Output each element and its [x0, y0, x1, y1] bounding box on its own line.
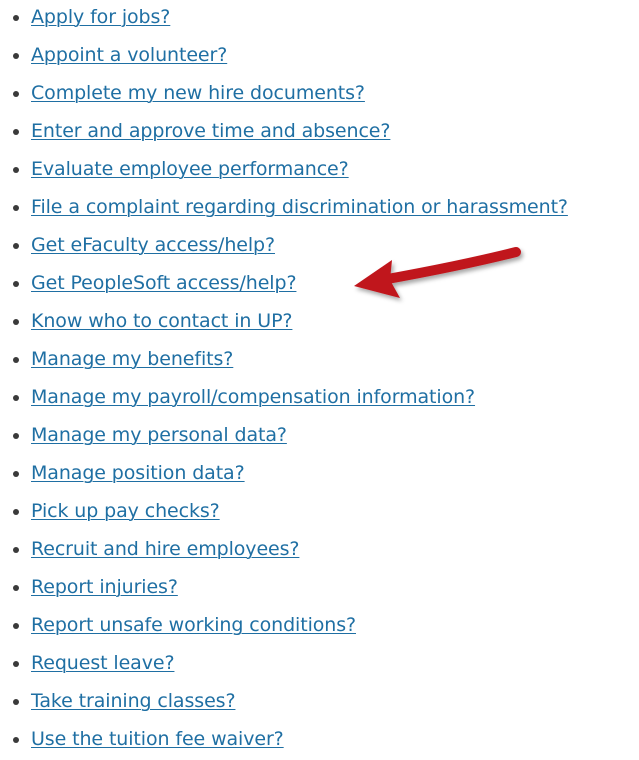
link-position-data[interactable]: Manage position data? [31, 460, 245, 486]
bullet-icon [13, 167, 19, 173]
link-file-complaint[interactable]: File a complaint regarding discriminatio… [31, 194, 568, 220]
link-contact-in-up[interactable]: Know who to contact in UP? [31, 308, 293, 334]
link-appoint-volunteer[interactable]: Appoint a volunteer? [31, 42, 227, 68]
link-pay-checks[interactable]: Pick up pay checks? [31, 498, 220, 524]
link-new-hire-documents[interactable]: Complete my new hire documents? [31, 80, 365, 106]
bullet-icon [13, 91, 19, 97]
bullet-icon [13, 129, 19, 135]
bullet-icon [13, 243, 19, 249]
bullet-icon [13, 509, 19, 515]
bullet-icon [13, 319, 19, 325]
bullet-icon [13, 395, 19, 401]
bullet-icon [13, 623, 19, 629]
link-apply-for-jobs[interactable]: Apply for jobs? [31, 4, 170, 30]
bullet-icon [13, 53, 19, 59]
link-personal-data[interactable]: Manage my personal data? [31, 422, 287, 448]
bullet-icon [13, 471, 19, 477]
arrow-shaft [377, 247, 521, 285]
link-report-injuries[interactable]: Report injuries? [31, 574, 178, 600]
bullet-icon [13, 661, 19, 667]
bullet-icon [13, 281, 19, 287]
bullet-icon [13, 433, 19, 439]
bullet-icon [13, 15, 19, 21]
red-arrow-icon [354, 247, 521, 298]
link-request-leave[interactable]: Request leave? [31, 650, 175, 676]
link-time-and-absence[interactable]: Enter and approve time and absence? [31, 118, 390, 144]
bullet-icon [13, 205, 19, 211]
bullet-icon [13, 547, 19, 553]
link-employee-performance[interactable]: Evaluate employee performance? [31, 156, 349, 182]
link-tuition-fee-waiver[interactable]: Use the tuition fee waiver? [31, 726, 284, 752]
bullet-icon [13, 585, 19, 591]
bullet-icon [13, 699, 19, 705]
link-peoplesoft-access[interactable]: Get PeopleSoft access/help? [31, 270, 297, 296]
bullet-icon [13, 357, 19, 363]
link-recruit-and-hire[interactable]: Recruit and hire employees? [31, 536, 300, 562]
link-efaculty-access[interactable]: Get eFaculty access/help? [31, 232, 275, 258]
link-unsafe-conditions[interactable]: Report unsafe working conditions? [31, 612, 356, 638]
link-training-classes[interactable]: Take training classes? [31, 688, 236, 714]
bullet-icon [13, 737, 19, 743]
link-manage-benefits[interactable]: Manage my benefits? [31, 346, 233, 372]
link-manage-payroll[interactable]: Manage my payroll/compensation informati… [31, 384, 475, 410]
